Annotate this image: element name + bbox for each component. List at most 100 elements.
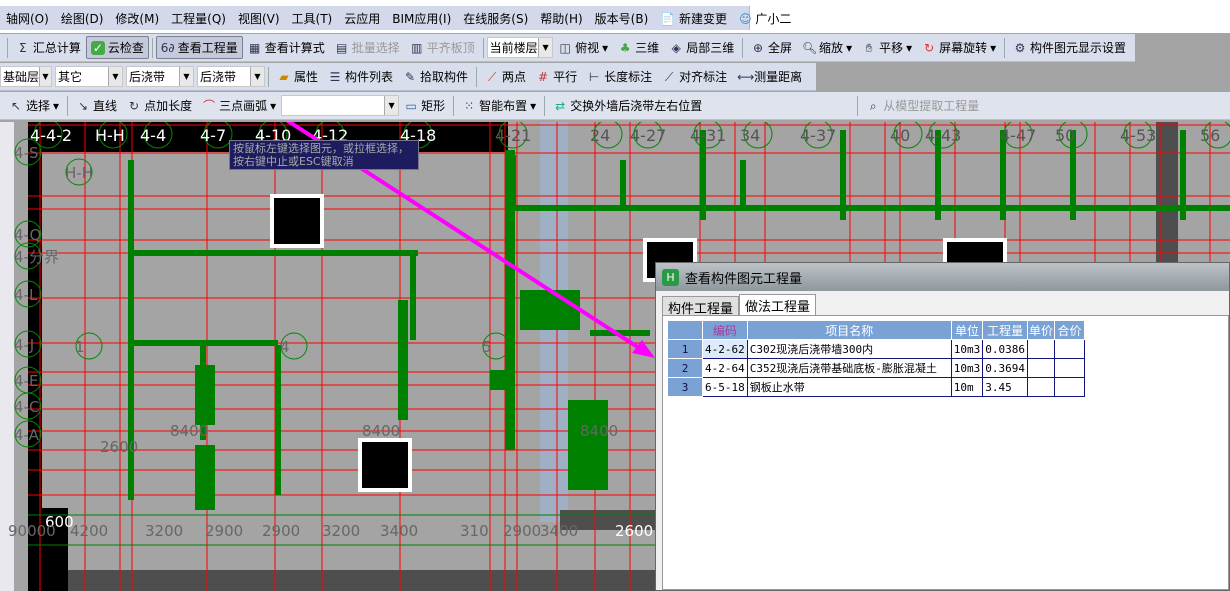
three-point-arc-button[interactable]: ⌒ 三点画弧 ▾ xyxy=(197,94,281,117)
axis-label-left: 4-Q xyxy=(14,226,41,244)
slab-icon: ▥ xyxy=(411,40,423,55)
post-pour-strip xyxy=(128,250,418,256)
menu-item[interactable]: 视图(V) xyxy=(232,10,286,27)
post-pour-strip xyxy=(620,160,626,205)
cell-price[interactable] xyxy=(1027,358,1055,378)
length-dim-button[interactable]: ⊢ 长度标注 xyxy=(582,65,657,88)
column-header[interactable]: 单价 xyxy=(1027,320,1055,340)
smart-layout-button[interactable]: ⁙ 智能布置 ▾ xyxy=(457,94,541,117)
swap-post-pour-button[interactable]: ⇄ 交换外墙后浇带左右位置 xyxy=(548,94,707,117)
align-slab-button[interactable]: ▥ 平齐板顶 xyxy=(405,36,480,59)
pan-button[interactable]: ✋︎ 平移 ▾ xyxy=(857,36,917,59)
cell-unit[interactable]: 10m xyxy=(950,377,984,397)
fullscreen-button[interactable]: ⊕ 全屏 xyxy=(746,36,797,59)
cell-name[interactable]: 钢板止水带 xyxy=(746,377,952,397)
arc-option-select[interactable]: ▼ xyxy=(281,95,400,116)
select-button[interactable]: ↖ 选择 ▾ xyxy=(4,94,64,117)
sum-calc-button[interactable]: Σ 汇总计算 xyxy=(11,36,86,59)
column-header[interactable]: 工程量 xyxy=(982,320,1028,340)
column-header[interactable]: 编码 xyxy=(702,320,748,340)
cell-price[interactable] xyxy=(1027,339,1055,359)
cell-unit[interactable]: 10m3 xyxy=(950,339,984,359)
cell-n[interactable]: 3 xyxy=(667,377,703,397)
cell-code[interactable]: 4-2-62 xyxy=(702,339,748,359)
cell-price[interactable] xyxy=(1027,377,1055,397)
cell-n[interactable]: 2 xyxy=(667,358,703,378)
menu-item[interactable]: BIM应用(I) xyxy=(386,10,457,27)
top-view-button[interactable]: ◫ 俯视 ▾ xyxy=(553,36,613,59)
cloud-check-button[interactable]: ✓ 云检查 xyxy=(85,36,149,59)
zoom-button[interactable]: 🔍︎ 缩放 ▾ xyxy=(797,36,857,59)
ruler-icon: ⟷ xyxy=(737,69,755,84)
cell-n[interactable]: 1 xyxy=(667,339,703,359)
type-select[interactable]: 后浇带 ▼ xyxy=(126,66,194,87)
cell-unit[interactable]: 10m3 xyxy=(950,358,984,378)
glasses-icon: 6∂ xyxy=(160,40,175,55)
local-3d-button[interactable]: ◈ 局部三维 xyxy=(664,36,739,59)
line-button[interactable]: ↘ 直线 xyxy=(71,94,122,117)
properties-button[interactable]: ▰ 属性 xyxy=(272,65,323,88)
pick-component-button[interactable]: ✎ 拾取构件 xyxy=(398,65,473,88)
measure-distance-button[interactable]: ⟷ 测量距离 xyxy=(732,65,807,88)
menu-item[interactable]: 绘图(D) xyxy=(55,10,110,27)
menu-item[interactable]: 轴网(O) xyxy=(0,10,55,27)
tab-component-quantity[interactable]: 构件工程量 xyxy=(662,296,740,317)
display-settings-button[interactable]: ⚙ 构件图元显示设置 xyxy=(1008,36,1131,59)
view-formula-button[interactable]: ▦ 查看计算式 xyxy=(243,36,330,59)
cell-qty[interactable]: 0.0386 xyxy=(982,339,1028,359)
menu-item[interactable]: 修改(M) xyxy=(109,10,165,27)
table-row[interactable]: 1 4-2-62 C302现浇后浇带墙300内 10m3 0.0386 xyxy=(667,339,1085,359)
cell-code[interactable]: 4-2-64 xyxy=(702,358,748,378)
menu-bar: 轴网(O) 绘图(D) 修改(M) 工程量(Q) 视图(V) 工具(T) 云应用 BIM应用(… xyxy=(0,0,1230,33)
dimension-label: 8400 xyxy=(362,422,400,440)
cell-qty[interactable]: 3.45 xyxy=(982,377,1028,397)
cell-name[interactable]: C302现浇后浇带墙300内 xyxy=(746,339,952,359)
batch-select-button[interactable]: ▤ 批量选择 xyxy=(330,36,405,59)
axis-label-left: 1 xyxy=(75,338,85,356)
menu-item[interactable]: 工程量(Q) xyxy=(165,10,232,27)
menu-items: 轴网(O) 绘图(D) 修改(M) 工程量(Q) 视图(V) 工具(T) 云应用 BIM应用(… xyxy=(0,6,791,30)
menu-item[interactable]: 在线服务(S) xyxy=(457,10,534,27)
point-length-button[interactable]: ↻ 点加长度 xyxy=(122,94,197,117)
3d-icon: ♣ xyxy=(619,40,631,55)
cell-total[interactable] xyxy=(1054,377,1085,397)
align-dim-button[interactable]: ⟋ 对齐标注 xyxy=(657,65,732,88)
column-header[interactable]: 合价 xyxy=(1054,320,1085,340)
assistant-button[interactable]: ☺ 广小二 xyxy=(733,10,797,27)
two-point-button[interactable]: ⟋ 两点 xyxy=(480,65,531,88)
menu-item[interactable]: 版本号(B) xyxy=(589,10,655,27)
category-select[interactable]: 其它 ▼ xyxy=(55,66,123,87)
column-header[interactable]: 项目名称 xyxy=(746,320,952,340)
menu-item[interactable]: 工具(T) xyxy=(286,10,339,27)
table-row[interactable]: 3 6-5-18 钢板止水带 10m 3.45 xyxy=(667,377,1085,397)
extract-quantity-button[interactable]: ⌕ 从模型提取工程量 xyxy=(861,94,984,117)
column-header[interactable] xyxy=(667,320,703,340)
cube-icon: ◫ xyxy=(559,40,571,55)
axis-label-left: 4-S xyxy=(14,144,38,162)
dialog-titlebar[interactable]: H 查看构件图元工程量 xyxy=(656,263,1229,291)
post-pour-strip xyxy=(410,250,416,340)
view-quantity-button[interactable]: 6∂ 查看工程量 xyxy=(155,36,243,59)
cell-code[interactable]: 6-5-18 xyxy=(702,377,748,397)
component-list-button[interactable]: ☰ 构件列表 xyxy=(323,65,398,88)
column-header[interactable]: 单位 xyxy=(950,320,984,340)
axis-label-top: 34 xyxy=(740,126,760,145)
rotate-button[interactable]: ↻ 屏幕旋转 ▾ xyxy=(917,36,1001,59)
rectangle-button[interactable]: ▭ 矩形 xyxy=(399,94,450,117)
menu-item[interactable]: 云应用 xyxy=(338,10,386,27)
cell-total[interactable] xyxy=(1054,358,1085,378)
cell-qty[interactable]: 0.3694 xyxy=(982,358,1028,378)
axis-label-left: 4-分界 xyxy=(14,248,59,266)
formula-icon: ▦ xyxy=(249,40,261,55)
tab-method-quantity[interactable]: 做法工程量 xyxy=(739,294,817,315)
component-select[interactable]: 后浇带 ▼ xyxy=(197,66,265,87)
menu-item[interactable]: 帮助(H) xyxy=(534,10,588,27)
new-change-button[interactable]: 📄 新建变更 xyxy=(654,10,733,27)
table-row[interactable]: 2 4-2-64 C352现浇后浇带基础底板-膨胀混凝土 10m3 0.3694 xyxy=(667,358,1085,378)
cell-total[interactable] xyxy=(1054,339,1085,359)
floor-scope-select[interactable]: 当前楼层 ▼ xyxy=(486,37,554,58)
3d-button[interactable]: ♣ 三维 xyxy=(613,36,664,59)
parallel-button[interactable]: # 平行 xyxy=(531,65,582,88)
cell-name[interactable]: C352现浇后浇带基础底板-膨胀混凝土 xyxy=(746,358,952,378)
floor-select[interactable]: 基础层 ▼ xyxy=(0,66,52,87)
